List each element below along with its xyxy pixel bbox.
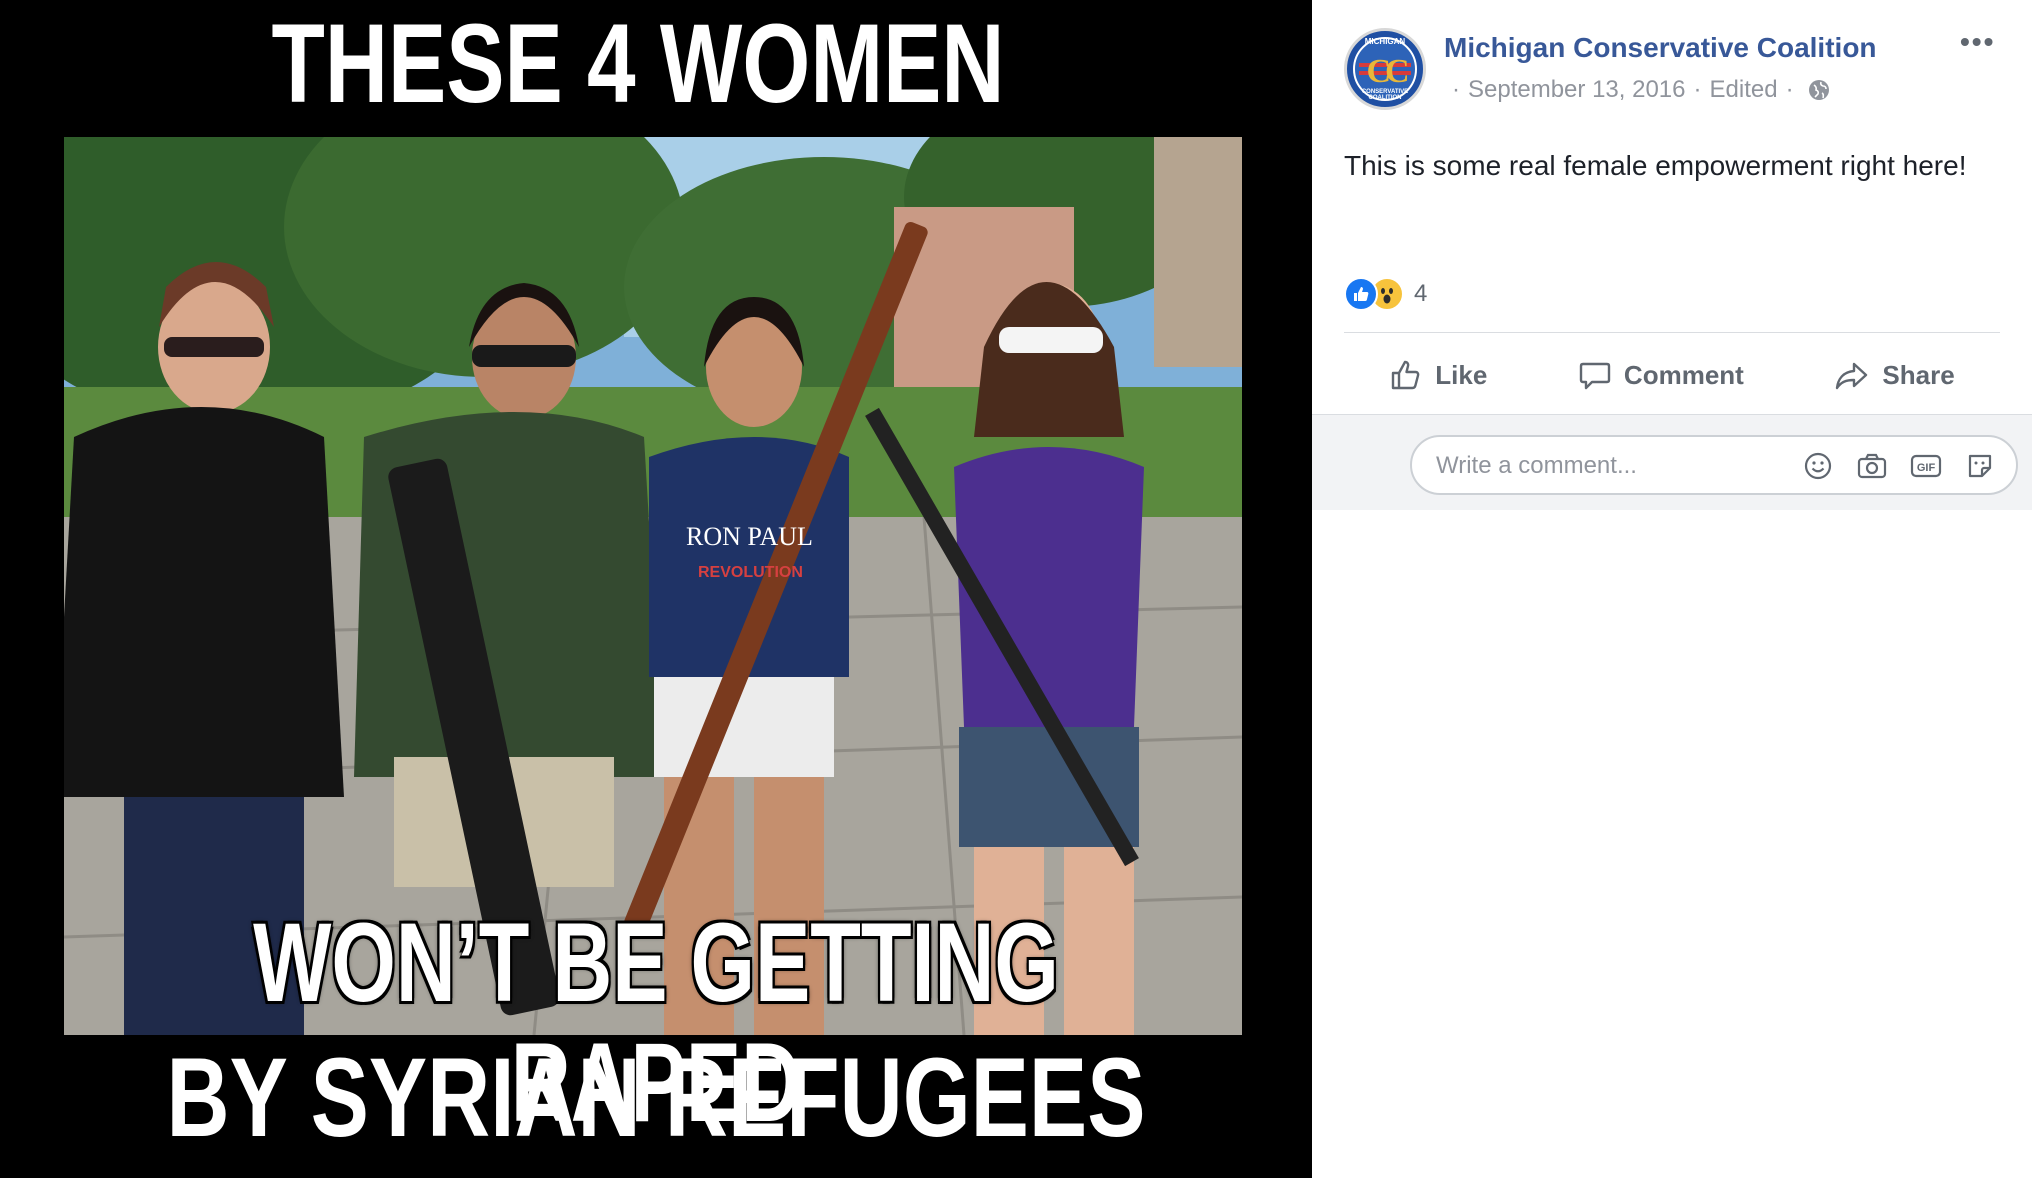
like-button[interactable]: Like — [1389, 358, 1487, 392]
page-name-link[interactable]: Michigan Conservative Coalition — [1444, 32, 1877, 64]
edited-label[interactable]: Edited — [1710, 76, 1778, 104]
divider — [1344, 332, 2000, 333]
meta-separator: · — [1785, 76, 1794, 103]
like-reaction-icon — [1344, 277, 1378, 311]
comment-tools: GIF — [1802, 451, 1996, 481]
meta-separator: · — [1693, 76, 1702, 103]
gif-icon[interactable]: GIF — [1910, 451, 1942, 481]
reaction-summary[interactable]: 4 — [1344, 276, 1427, 312]
post-meta: · September 13, 2016 · Edited · — [1444, 76, 1830, 104]
meme-top-caption: THESE 4 WOMEN — [271, 1, 1005, 126]
gif-label: GIF — [1917, 462, 1936, 474]
post-date-link[interactable]: September 13, 2016 — [1468, 76, 1686, 104]
share-icon — [1836, 362, 1868, 390]
comment-button[interactable]: Comment — [1578, 358, 1744, 392]
globe-icon[interactable] — [1808, 79, 1830, 101]
comment-label: Comment — [1623, 359, 1744, 390]
shirt-subtext: REVOLUTION — [698, 564, 803, 581]
thumbs-up-icon — [1392, 360, 1420, 390]
share-label: Share — [1882, 359, 1955, 390]
avatar-bottom-text: CONSERVATIVE COALITION — [1361, 89, 1409, 101]
comment-box[interactable]: GIF — [1410, 435, 2018, 495]
post-message: This is some real female empowerment rig… — [1344, 150, 1967, 181]
reaction-count[interactable]: 4 — [1414, 280, 1427, 308]
comment-input[interactable] — [1434, 451, 1778, 481]
more-options-icon[interactable]: ••• — [1960, 28, 2000, 58]
shirt-text: RON PAUL — [686, 522, 813, 551]
meta-separator: · — [1452, 76, 1460, 103]
post-actions: Like Comment Share — [1344, 346, 2000, 404]
post-photo[interactable]: THESE 4 WOMEN RON PAUL REVOLUTION WON’T … — [0, 0, 1312, 1178]
camera-icon[interactable] — [1856, 451, 1888, 481]
share-button[interactable]: Share — [1834, 358, 1955, 392]
comment-composer: GIF — [1312, 414, 2032, 510]
meme-bottom-caption-line2: BY SYRIAN REFUGEES — [166, 1035, 1146, 1160]
emoji-icon[interactable] — [1802, 451, 1834, 481]
page-avatar[interactable]: MICHIGAN CC CONSERVATIVE COALITION — [1344, 28, 1426, 110]
like-label: Like — [1435, 359, 1488, 390]
avatar-letters: CC — [1366, 53, 1409, 90]
comment-icon — [1579, 362, 1611, 390]
sticker-icon[interactable] — [1964, 451, 1996, 481]
avatar-top-text: MICHIGAN — [1364, 37, 1406, 46]
